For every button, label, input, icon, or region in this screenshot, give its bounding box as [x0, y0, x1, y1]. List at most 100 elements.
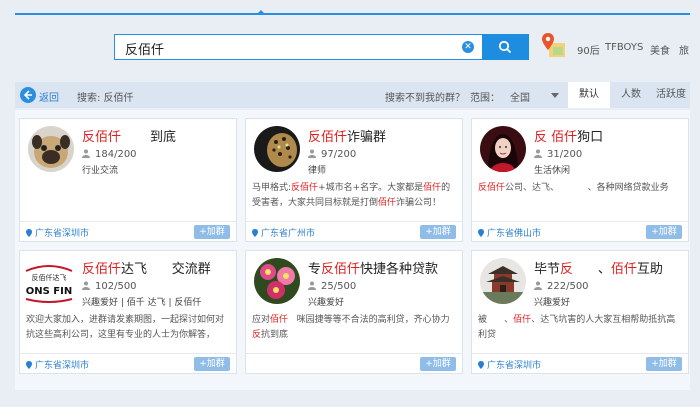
search-icon [498, 40, 512, 54]
desc-part: 抗到底 [261, 330, 289, 340]
group-name-part: 快捷各种贷款 [360, 262, 439, 277]
group-card[interactable]: 反佰仟 到底 184/200 行业交流 广东省深圳市 +加群 [19, 118, 237, 242]
group-name[interactable]: 反佰仟 到底 [82, 126, 176, 145]
search-summary: 搜索: 反佰仟 [77, 93, 134, 104]
join-group-button[interactable]: +加群 [646, 225, 682, 239]
logo-avatar: 反佰仟达飞 ONS FIN [24, 259, 74, 305]
hot-tag-tfboys[interactable]: TFBOYS [605, 42, 643, 53]
member-count-value: 25/500 [321, 281, 357, 292]
hot-tag-travel[interactable]: 旅 [679, 42, 689, 57]
desc-part: 佰仟 [513, 315, 532, 325]
group-location: 广东省佛山市 [478, 226, 541, 239]
person-icon [82, 149, 90, 158]
card-footer: 广东省佛山市 +加群 [472, 221, 688, 241]
location-text: 广东省深圳市 [35, 229, 90, 239]
hot-tag-90[interactable]: 90后 [577, 42, 600, 57]
join-group-button[interactable]: +加群 [420, 225, 456, 239]
desc-part: 公司、达飞、 、各种网络贷款业务 [505, 183, 669, 193]
group-location: 广东省深圳市 [478, 358, 541, 371]
search-query: 反佰仟 [125, 43, 165, 58]
group-card[interactable]: 专反佰仟快捷各种贷款 25/500 兴趣爱好 应对佰仟 咪园捷等等不合法的高利贷… [245, 250, 463, 374]
group-name-part: 反佰仟 [82, 130, 122, 145]
not-found-link[interactable]: 搜索不到我的群？ [385, 89, 465, 104]
member-count: 31/200 [534, 149, 582, 160]
group-name[interactable]: 专反佰仟快捷各种贷款 [308, 258, 438, 277]
member-count: 25/500 [308, 281, 356, 292]
logo-text: ONS FIN [26, 286, 72, 297]
card-footer: 广东省深圳市 +加群 [20, 221, 236, 241]
search-input[interactable]: 反佰仟 ✕ [114, 34, 482, 60]
location-text: 广东省广州市 [261, 229, 316, 239]
join-group-button[interactable]: +加群 [194, 357, 230, 371]
location-pin-icon [478, 229, 484, 237]
group-name-part: 专 [308, 262, 322, 277]
back-arrow-icon[interactable] [20, 87, 36, 103]
person-icon [534, 281, 542, 290]
clear-icon[interactable]: ✕ [462, 41, 474, 53]
group-name[interactable]: 反佰仟达飞 交流群 [82, 258, 211, 277]
back-link[interactable]: 返回 [39, 89, 59, 104]
range-select[interactable]: 全国 [505, 86, 561, 104]
search-button[interactable] [482, 34, 529, 60]
person-icon [308, 149, 316, 158]
desc-part: 反佰仟 [291, 183, 319, 193]
tab-activity[interactable]: 活跃度 [652, 82, 690, 108]
group-card[interactable]: 反佰仟诈骗群 97/200 律师 马甲格式:反佰仟+城市名+名字。大家都是佰仟的… [245, 118, 463, 242]
member-count: 184/200 [82, 149, 137, 160]
group-name-part: 诈骗群 [347, 130, 387, 145]
woman-avatar [480, 126, 526, 172]
group-name-part: 达飞 交流群 [121, 262, 211, 277]
location-text: 广东省深圳市 [487, 361, 542, 371]
group-description: 反佰仟公司、达飞、 、各种网络贷款业务 [478, 181, 684, 196]
location-text: 广东省佛山市 [487, 229, 542, 239]
tab-default[interactable]: 默认 [568, 82, 610, 108]
group-category: 生活休闲 [534, 166, 571, 176]
join-group-button[interactable]: +加群 [194, 225, 230, 239]
pug-dog-avatar [28, 126, 74, 172]
group-name-part: 到底 [121, 130, 176, 145]
group-name-part: 反 [534, 130, 552, 145]
range-value: 全国 [510, 93, 530, 104]
member-count: 97/200 [308, 149, 356, 160]
group-name[interactable]: 反 佰仟狗口 [534, 126, 603, 145]
flower-avatar [254, 258, 300, 304]
desc-part: 马甲格式: [252, 183, 292, 193]
group-card[interactable]: 反 佰仟狗口 31/200 生活休闲 反佰仟公司、达飞、 、各种网络贷款业务 广… [471, 118, 689, 242]
location-pin-icon [26, 229, 32, 237]
group-location: 广东省深圳市 [26, 226, 89, 239]
desc-part: 欢迎大家加入，进群请发素期图，一起探讨如何对抗这些高利公司，这里有专业的人士为你… [26, 315, 225, 340]
join-group-button[interactable]: +加群 [420, 357, 456, 371]
member-count: 222/500 [534, 281, 589, 292]
chevron-down-icon [551, 93, 559, 98]
group-name[interactable]: 毕节反 、佰仟互助 [534, 258, 663, 277]
desc-part: 被 、 [478, 315, 514, 325]
logo-text: 反佰仟达飞 [32, 273, 67, 282]
top-bar: 反佰仟 ✕ 90后 TFBOYS 美食 旅 [0, 0, 700, 80]
member-count-value: 222/500 [547, 281, 589, 292]
group-category: 律师 [308, 166, 327, 176]
group-card[interactable]: 毕节反 、佰仟互助 222/500 兴趣爱好 被 、佰仟、达飞坑害的人大家互相帮… [471, 250, 689, 374]
card-footer: 广东省深圳市 +加群 [472, 353, 688, 373]
group-card[interactable]: 反佰仟达飞 ONS FIN 反佰仟达飞 交流群 102/500 兴趣爱好 | 佰… [19, 250, 237, 374]
join-group-button[interactable]: +加群 [646, 357, 682, 371]
group-name-part: 佰仟 [610, 262, 637, 277]
group-name[interactable]: 反佰仟诈骗群 [308, 126, 386, 145]
location-pin-icon [252, 229, 258, 237]
card-footer: 广东省广州市 +加群 [246, 221, 462, 241]
group-name-part: 反佰仟 [82, 262, 122, 277]
group-name-part: 互助 [636, 262, 663, 277]
map-pin-icon[interactable] [541, 31, 567, 59]
hot-tag-food[interactable]: 美食 [650, 42, 670, 57]
member-count-value: 184/200 [95, 149, 137, 160]
group-name-part: 狗口 [577, 130, 604, 145]
group-category: 行业交流 [82, 166, 119, 176]
results-panel: 反佰仟 到底 184/200 行业交流 广东省深圳市 +加群 反佰仟诈骗群 97… [15, 110, 690, 390]
desc-part: 诈骗公司！ [396, 198, 442, 208]
group-description: 马甲格式:反佰仟+城市名+名字。大家都是佰仟的受害者，大家共同目标就是打倒佰仟诈… [252, 181, 458, 211]
location-pin-icon [26, 361, 32, 369]
person-icon [308, 281, 316, 290]
member-count-value: 31/200 [547, 149, 583, 160]
tab-members[interactable]: 人数 [612, 82, 650, 108]
member-count: 102/500 [82, 281, 137, 292]
result-nav-bar: 返回 搜索: 反佰仟 搜索不到我的群？ 范围： 全国 默认 人数 活跃度 [15, 82, 690, 108]
